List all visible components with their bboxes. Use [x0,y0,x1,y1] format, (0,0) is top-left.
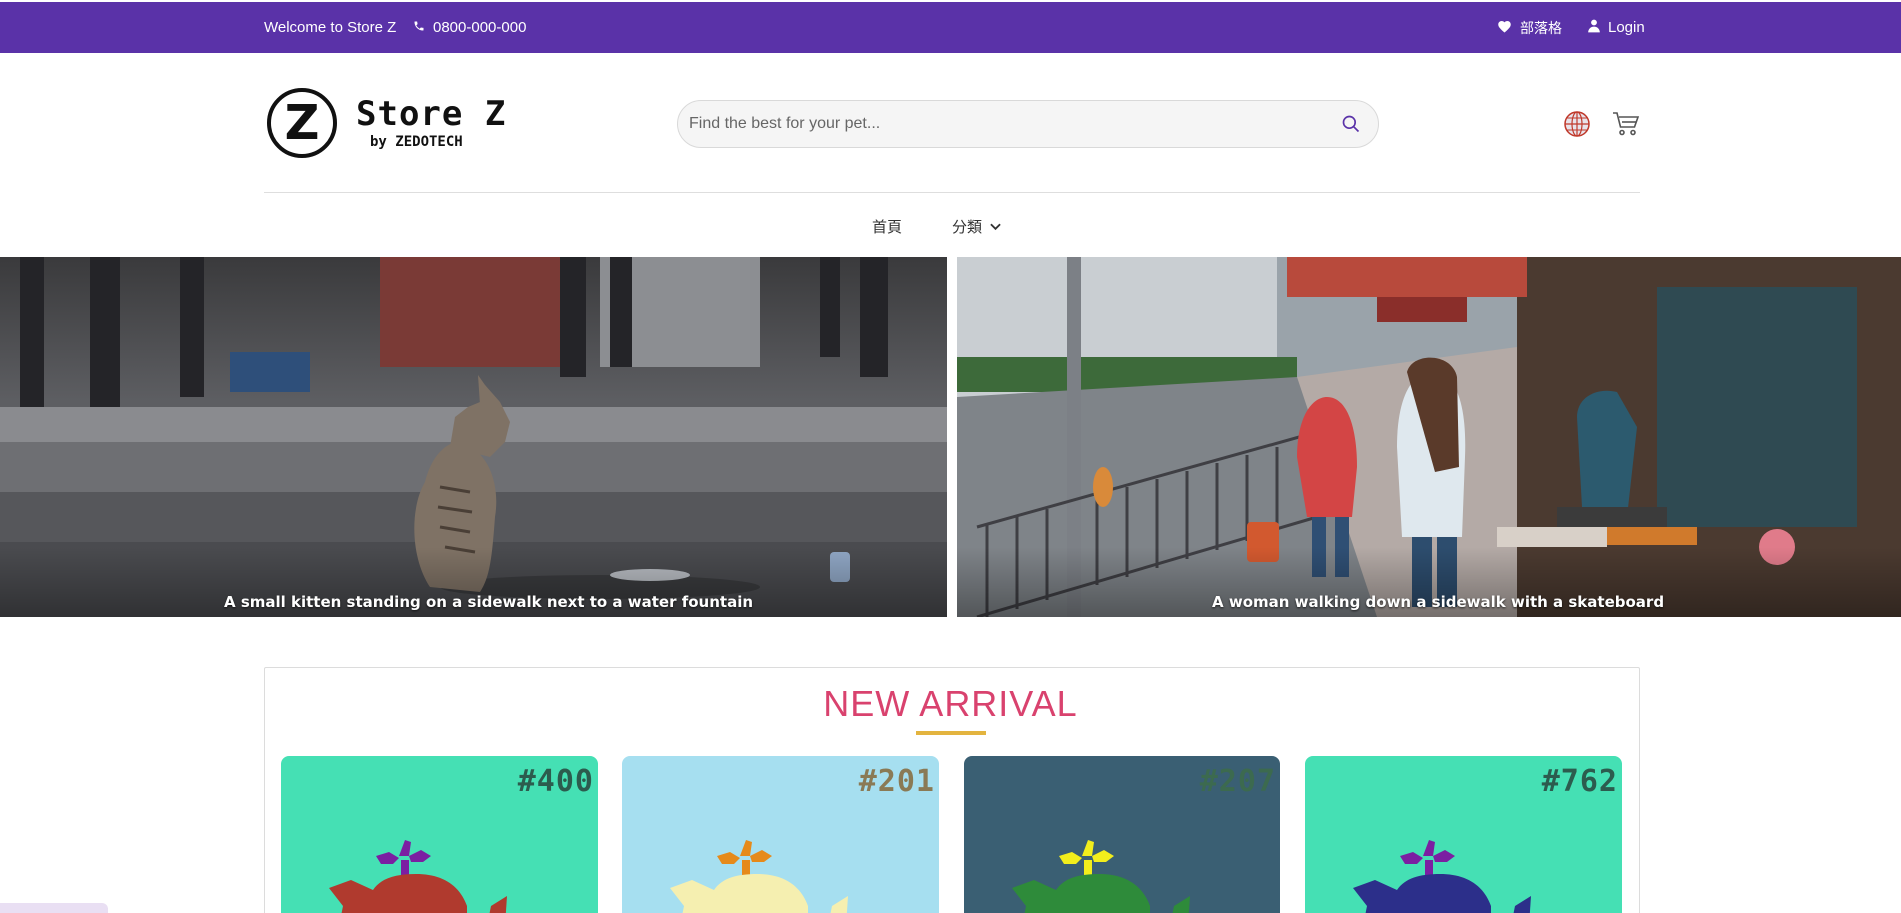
banner-caption: A small kitten standing on a sidewalk ne… [224,593,754,611]
search-input[interactable] [689,115,1338,133]
phone-contact[interactable]: 0800-000-000 [413,2,526,53]
phone-icon [413,19,425,36]
user-icon [1588,19,1600,37]
blog-link[interactable]: 部落格 [1497,2,1562,53]
whale-image [329,840,507,913]
whale-image [670,840,848,913]
banner-kitten[interactable]: A small kitten standing on a sidewalk ne… [0,257,947,617]
logo-mark: Z [267,88,337,158]
logo-title: Store Z [356,94,507,134]
chevron-down-icon [990,217,1001,235]
product-card[interactable]: #762 [1305,756,1622,913]
whale-image [1012,840,1190,913]
store-logo[interactable]: Z Store Z by ZEDOTECH [264,86,507,160]
product-card[interactable]: #201 [622,756,939,913]
heart-icon [1497,19,1512,37]
product-card[interactable]: #400 [281,756,598,913]
whale-image [1353,840,1531,913]
top-bar: Welcome to Store Z 0800-000-000 部落格 Logi… [0,2,1901,53]
banner-street[interactable]: A woman walking down a sidewalk with a s… [957,257,1901,617]
logo-subtitle: by ZEDOTECH [370,134,463,150]
search-bar [677,100,1379,148]
status-chip [0,903,108,913]
globe-icon[interactable] [1562,109,1592,139]
nav-home[interactable]: 首頁 [872,213,902,239]
product-card[interactable]: #207 [964,756,1280,913]
welcome-text: Welcome to Store Z [264,19,397,36]
header-divider [264,192,1640,193]
new-arrival-title: NEW ARRIVAL [823,683,1078,724]
new-arrival-underline [916,731,986,735]
nav-categories[interactable]: 分類 [952,213,1001,239]
banner-caption: A woman walking down a sidewalk with a s… [1212,593,1665,611]
search-icon[interactable] [1338,111,1364,137]
cart-icon[interactable] [1611,109,1641,139]
login-link[interactable]: Login [1588,2,1645,53]
